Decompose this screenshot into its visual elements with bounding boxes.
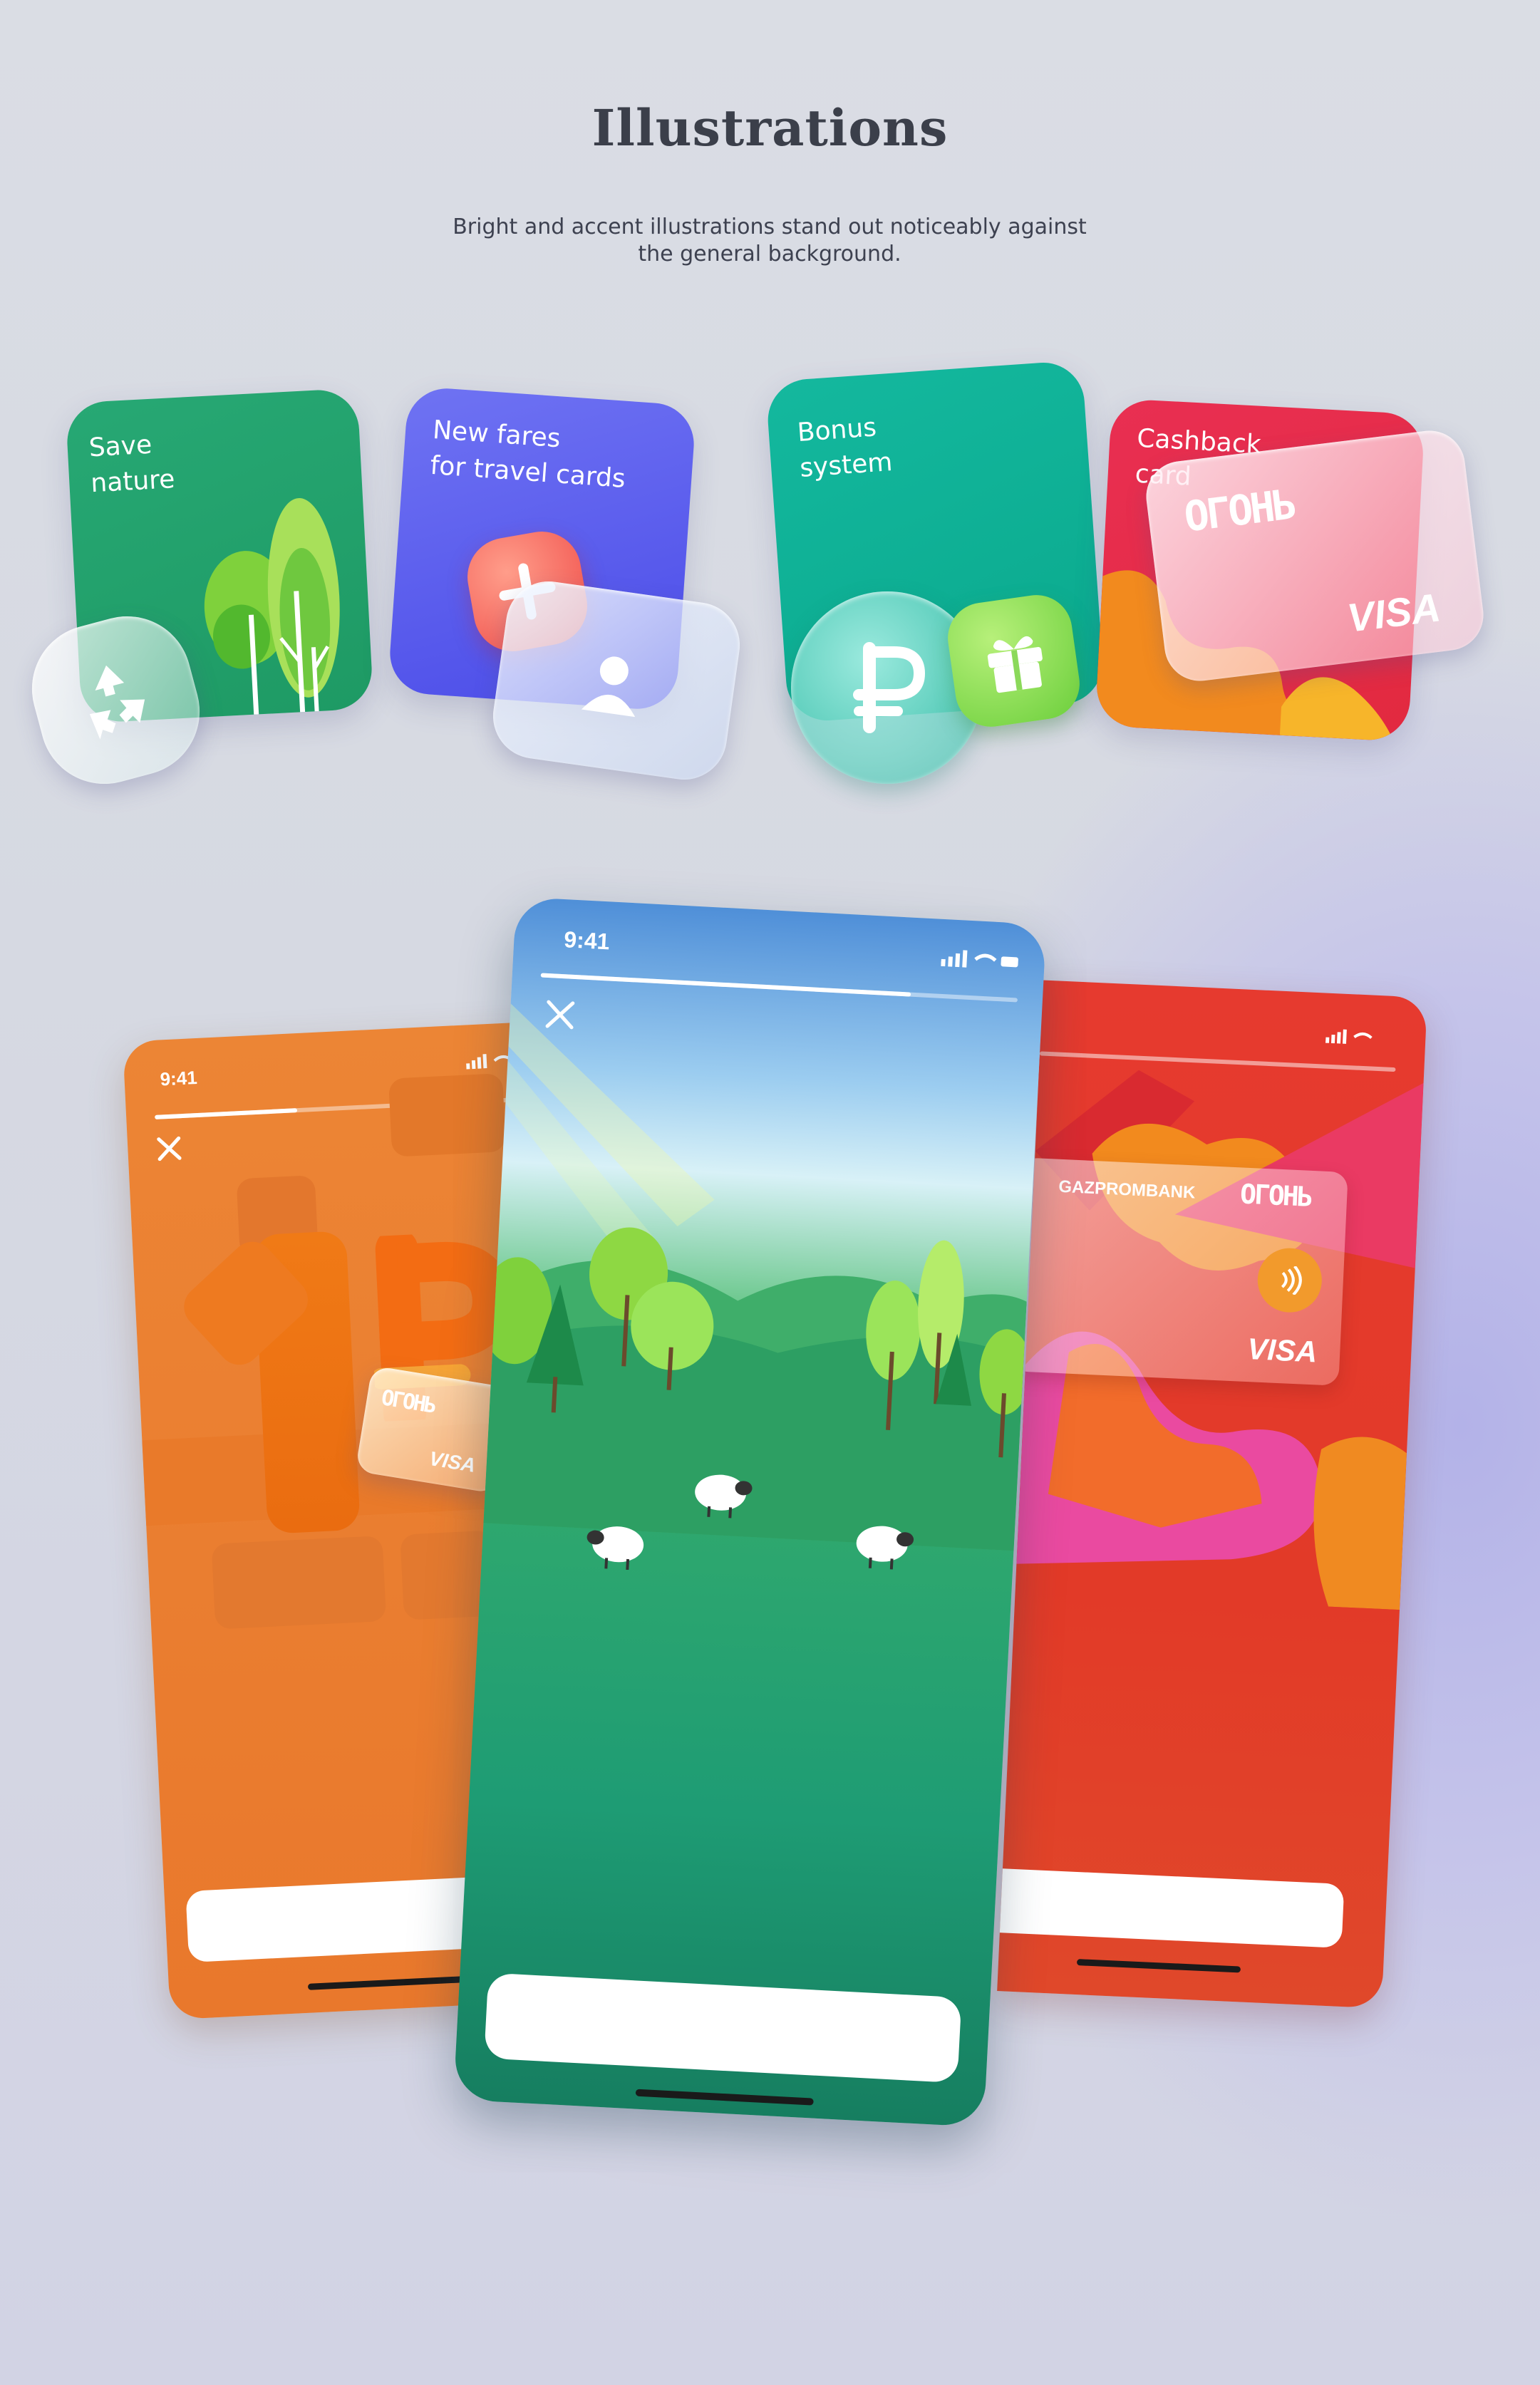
- sheep-1: [695, 1474, 753, 1519]
- recycle-icon: [89, 665, 145, 740]
- page-title: Illustrations: [591, 98, 949, 157]
- card-brand: ОГОНЬ: [1181, 480, 1297, 542]
- sheep-2: [586, 1526, 644, 1571]
- bottom-button[interactable]: [997, 1867, 1345, 1948]
- sheep-illustration: [586, 1474, 914, 1571]
- tile-label: Bonus system: [796, 409, 894, 487]
- tile-label: New fares for travel cards: [429, 413, 629, 497]
- status-time: 9:41: [563, 926, 611, 955]
- tile-label: Save nature: [88, 426, 176, 502]
- card-network: VISA: [1246, 1332, 1318, 1369]
- home-indicator: [307, 1976, 465, 1990]
- sheep-3: [856, 1526, 914, 1570]
- gift-icon: [987, 636, 1043, 693]
- ruble-icon: [853, 642, 926, 733]
- add-user-icon: [581, 656, 636, 718]
- subtitle-line-1: Bright and accent illustrations stand ou…: [453, 214, 1087, 239]
- signal-icon: [941, 950, 1018, 968]
- tile-label-line: Save: [88, 430, 153, 463]
- page-subtitle: Bright and accent illustrations stand ou…: [413, 214, 1126, 268]
- tile-label-line: Bonus: [796, 413, 878, 448]
- bank-name: GAZPROMBANK: [1058, 1176, 1196, 1203]
- phone-center: 9:41: [453, 896, 1047, 2128]
- card-brand: ОГОНЬ: [379, 1385, 437, 1419]
- tile-label-line: nature: [90, 465, 176, 499]
- subtitle-line-2: the general background.: [638, 242, 901, 267]
- gazprombank-card: GAZPROMBANK ОГОНЬ VISA: [1011, 1157, 1348, 1386]
- card-brand: ОГОНЬ: [1239, 1178, 1312, 1213]
- home-indicator: [635, 2089, 814, 2106]
- gift-badge: [943, 590, 1085, 732]
- home-indicator: [1076, 1959, 1241, 1973]
- tile-label-line: system: [798, 447, 894, 483]
- story-progress-fill: [540, 973, 911, 997]
- phone-right: GAZPROMBANK ОГОНЬ VISA: [997, 980, 1427, 2009]
- ogon-card: ОГОНЬ VISA: [1142, 426, 1488, 686]
- signal-icon: [1325, 1029, 1373, 1044]
- card-network: VISA: [428, 1447, 477, 1477]
- trees-illustration: [204, 498, 340, 722]
- user-card-badge: [487, 576, 745, 785]
- card-network: VISA: [1345, 584, 1443, 641]
- contactless-badge: [1256, 1246, 1323, 1314]
- contactless-icon: [1281, 1265, 1302, 1295]
- bottom-button[interactable]: [484, 1972, 962, 2084]
